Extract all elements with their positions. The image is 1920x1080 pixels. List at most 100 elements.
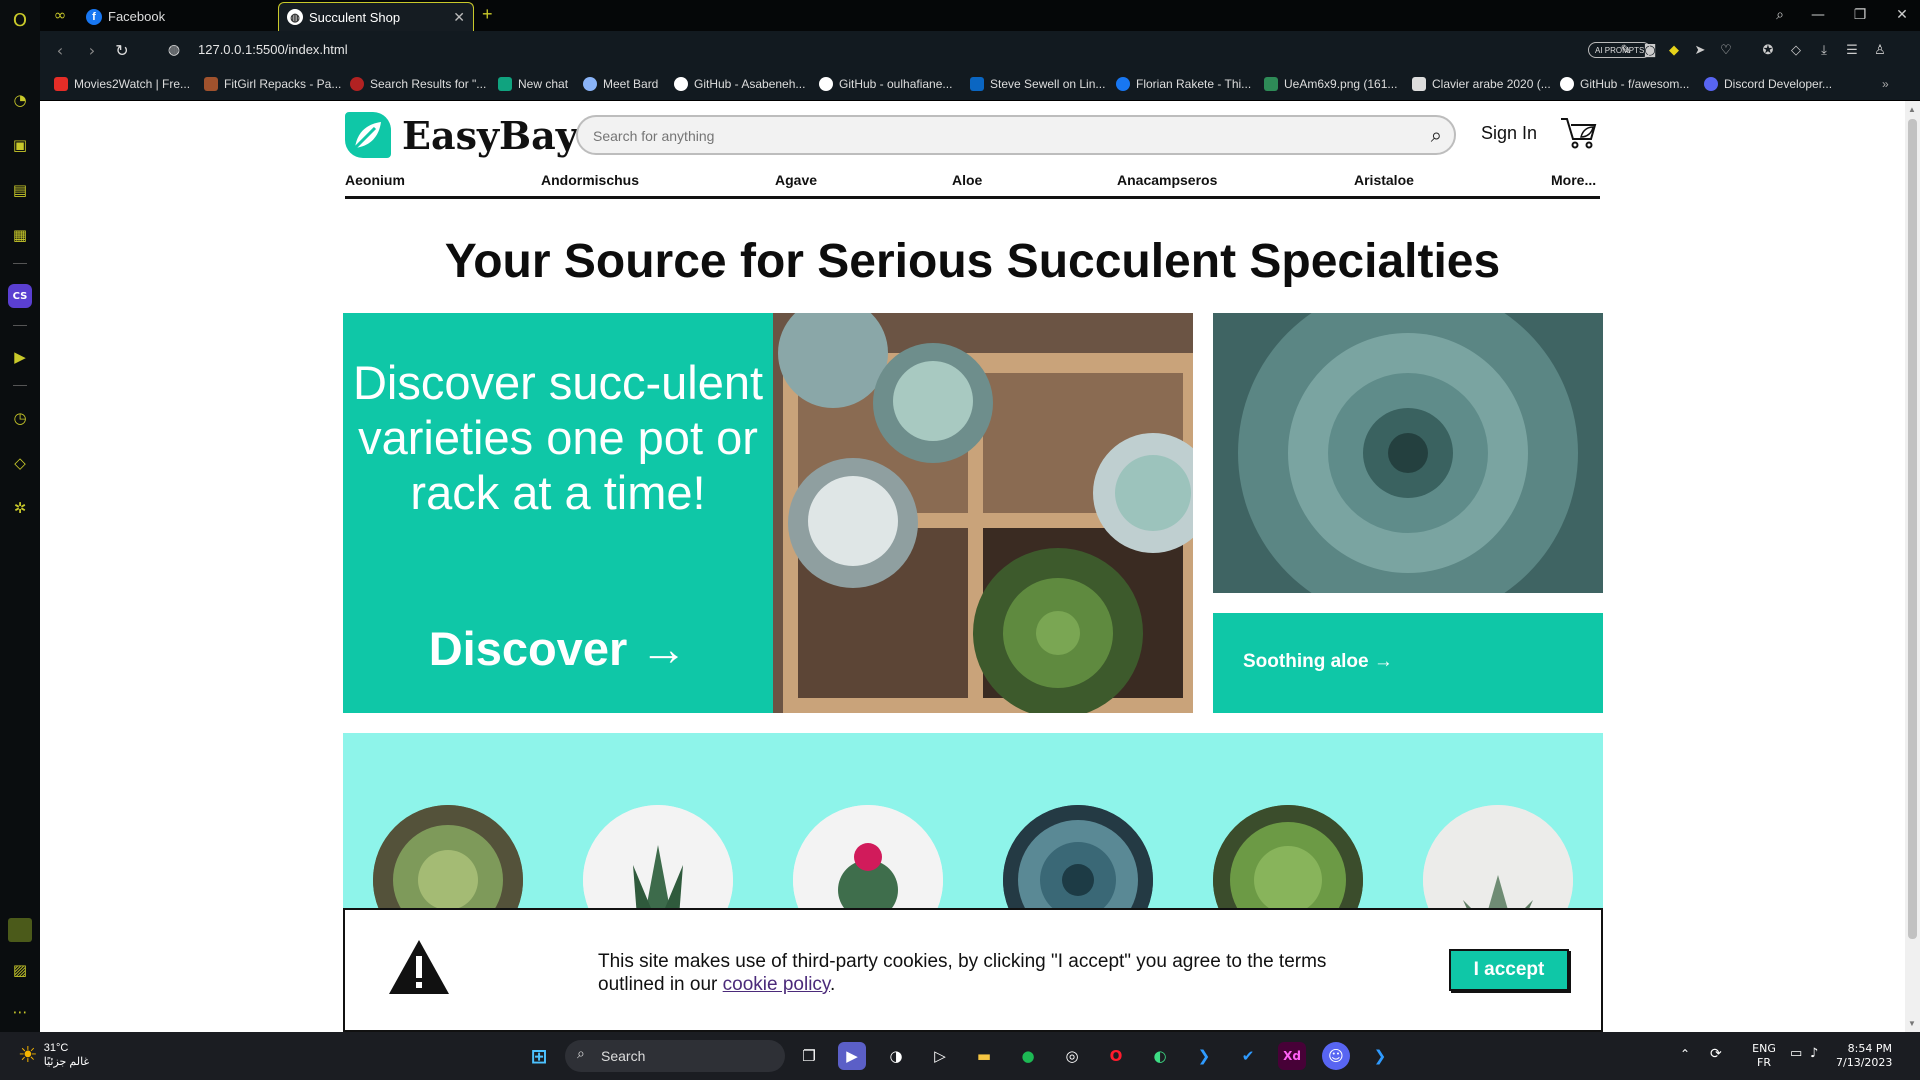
media-player-icon[interactable]: ▷ (926, 1042, 954, 1070)
warning-triangle-svg (389, 940, 449, 994)
brand-logo[interactable]: EasyBay (402, 113, 578, 158)
scrollbar-thumb[interactable] (1908, 119, 1917, 939)
minimize-button[interactable]: — (1806, 4, 1830, 26)
profile-icon[interactable]: ♙ (1870, 40, 1890, 60)
bookmark-item[interactable]: Clavier arabe 2020 (... (1412, 77, 1551, 91)
app-cs-icon[interactable]: CS (8, 284, 32, 308)
sync-icon[interactable]: ⟳ (1710, 1046, 1722, 1062)
network-icon[interactable]: ▭ (1790, 1046, 1802, 1061)
succulent-rack-image[interactable] (773, 313, 1193, 713)
send-icon[interactable]: ➤ (1690, 40, 1710, 60)
vscode-icon[interactable]: ❯ (1190, 1042, 1218, 1070)
taskbar-search[interactable]: ⌕ Search (565, 1040, 785, 1072)
windows-start-icon[interactable]: ⊞ (525, 1042, 553, 1070)
clock-app-icon[interactable]: ◑ (882, 1042, 910, 1070)
agave-image[interactable] (1213, 313, 1603, 593)
tab-succulent-shop[interactable]: ◍ Succulent Shop ✕ (278, 2, 474, 31)
more-dots-icon[interactable]: ⋯ (8, 1000, 32, 1024)
category-andormischus[interactable]: Andormischus (541, 172, 639, 188)
camera-icon[interactable]: ◙ (1640, 40, 1660, 60)
bookmark-label: New chat (518, 77, 569, 91)
vscode-icon[interactable]: ❯ (1366, 1042, 1394, 1070)
scroll-down-icon[interactable]: ▼ (1908, 1019, 1916, 1028)
heart-icon[interactable]: ♡ (1716, 40, 1736, 60)
page-scrollbar[interactable]: ▲ ▼ (1905, 101, 1920, 1032)
cart-icon[interactable] (1559, 115, 1599, 156)
opera-logo-icon[interactable]: O (8, 8, 32, 32)
obs-icon[interactable]: ◎ (1058, 1042, 1086, 1070)
vpn-icon[interactable]: ✪ (1758, 40, 1778, 60)
twitch-icon[interactable]: ▤ (8, 178, 32, 202)
bookmark-item[interactable]: GitHub - oulhafiane... (819, 77, 952, 91)
category-aeonium[interactable]: Aeonium (345, 172, 405, 188)
category-aloe[interactable]: Aloe (952, 172, 982, 188)
extension-icon[interactable]: ▦ (8, 223, 32, 247)
spotify-icon[interactable]: ● (1014, 1042, 1042, 1070)
tray-overflow-icon[interactable]: ⌃ (1680, 1047, 1690, 1061)
accept-cookies-button[interactable]: I accept (1449, 949, 1569, 991)
tab-menu-icon[interactable]: ∞ (48, 3, 72, 27)
forward-icon[interactable]: › (82, 40, 102, 60)
bookmark-item[interactable]: Movies2Watch | Fre... (54, 77, 190, 91)
bookmark-item[interactable]: GitHub - f/awesom... (1560, 77, 1689, 91)
category-anacampseros[interactable]: Anacampseros (1117, 172, 1217, 188)
edit-icon[interactable]: ✎ (1616, 40, 1636, 60)
file-icon (1412, 77, 1426, 91)
cookie-policy-link[interactable]: cookie policy (723, 974, 830, 995)
brand-leaf-icon[interactable] (345, 112, 391, 158)
edge-icon[interactable]: ◐ (1146, 1042, 1174, 1070)
clock[interactable]: 8:54 PM 7/13/2023 (1836, 1042, 1892, 1070)
url-field[interactable]: 127.0.0.1:5500/index.html (198, 42, 348, 57)
task-view-icon[interactable]: ❐ (795, 1042, 823, 1070)
bookmarks-overflow-icon[interactable]: » (1882, 77, 1889, 91)
bookmark-item[interactable]: Meet Bard (583, 77, 658, 91)
history-icon[interactable]: ◷ (8, 406, 32, 430)
download-icon[interactable]: ⤓ (1814, 40, 1834, 60)
settings-gear-icon[interactable]: ✲ (8, 496, 32, 520)
close-window-button[interactable]: ✕ (1890, 4, 1914, 26)
bookmark-item[interactable]: Steve Sewell on Lin... (970, 77, 1105, 91)
speed-dial-icon[interactable]: ◔ (8, 88, 32, 112)
reload-icon[interactable]: ↻ (112, 40, 132, 60)
bookmark-item[interactable]: FitGirl Repacks - Pa... (204, 77, 341, 91)
restore-button[interactable]: ❐ (1848, 4, 1872, 26)
bookmark-item[interactable]: Search Results for "... (350, 77, 486, 91)
bag-icon[interactable]: ▣ (8, 133, 32, 157)
search-icon[interactable]: ⌕ (1431, 123, 1442, 147)
file-explorer-icon[interactable]: ▬ (970, 1042, 998, 1070)
category-agave[interactable]: Agave (775, 172, 817, 188)
todo-icon[interactable]: ✔ (1234, 1042, 1262, 1070)
tab-facebook[interactable]: f Facebook ✕ (78, 2, 310, 31)
shield-icon[interactable]: ◆ (1664, 40, 1684, 60)
gallery-icon[interactable]: ▨ (8, 958, 32, 982)
language-indicator[interactable]: ENG FR (1748, 1042, 1780, 1070)
soothing-aloe-button[interactable]: Soothing aloe → (1213, 613, 1603, 713)
sign-in-link[interactable]: Sign In (1481, 123, 1537, 144)
category-more[interactable]: More... (1551, 172, 1596, 188)
bookmark-item[interactable]: Discord Developer... (1704, 77, 1832, 91)
pinned-app-icon[interactable] (8, 918, 32, 942)
search-input[interactable]: Search for anything ⌕ (576, 115, 1456, 155)
bookmark-item[interactable]: Florian Rakete - Thi... (1116, 77, 1251, 91)
volume-icon[interactable]: ♪ (1810, 1046, 1818, 1061)
teams-icon[interactable]: ▶ (838, 1042, 866, 1070)
category-aristaloe[interactable]: Aristaloe (1354, 172, 1414, 188)
opera-icon[interactable]: O (1102, 1042, 1130, 1070)
bookmark-item[interactable]: GitHub - Asabeneh... (674, 77, 805, 91)
cube-icon[interactable]: ◇ (8, 451, 32, 475)
discord-icon[interactable]: ☺ (1322, 1042, 1350, 1070)
scroll-up-icon[interactable]: ▲ (1908, 105, 1916, 114)
discover-button[interactable]: Discover → (343, 621, 773, 676)
weather-widget[interactable]: ☀ 31°C غالم جزئيًا (18, 1041, 89, 1069)
new-tab-button[interactable]: + (482, 4, 493, 25)
easy-setup-icon[interactable]: ☰ (1842, 40, 1862, 60)
site-info-icon[interactable]: ◍ (164, 40, 184, 60)
bookmark-item[interactable]: New chat (498, 77, 568, 91)
cube-icon[interactable]: ◇ (1786, 40, 1806, 60)
close-tab-icon[interactable]: ✕ (453, 9, 465, 26)
search-tabs-icon[interactable]: ⌕ (1768, 4, 1792, 26)
player-icon[interactable]: ▶ (8, 345, 32, 369)
back-icon[interactable]: ‹ (50, 40, 70, 60)
adobe-xd-icon[interactable]: Xd (1278, 1042, 1306, 1070)
bookmark-item[interactable]: UeAm6x9.png (161... (1264, 77, 1397, 91)
